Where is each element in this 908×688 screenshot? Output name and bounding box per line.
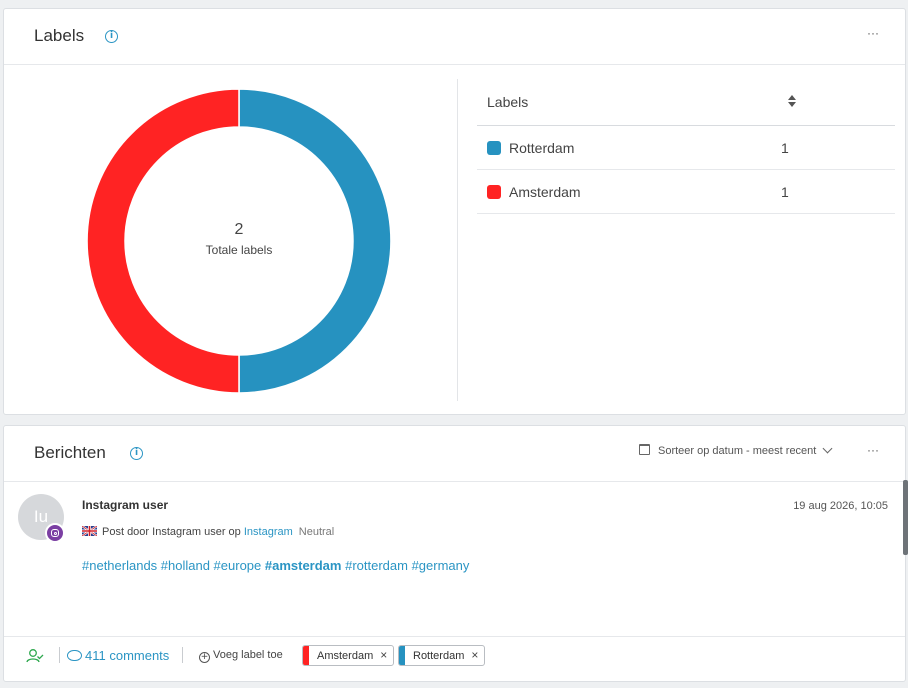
- label-name: Amsterdam: [509, 184, 581, 200]
- sort-dropdown[interactable]: Sorteer op datum - meest recent: [639, 443, 833, 457]
- label-color-swatch: [487, 141, 501, 155]
- post-hashtags[interactable]: #netherlands #holland #europe: [82, 558, 265, 573]
- labels-table-header[interactable]: Labels: [477, 79, 895, 126]
- comments-count: 411 comments: [85, 648, 170, 663]
- flag-uk-icon: [82, 526, 97, 536]
- labels-card-title: Labels: [34, 26, 85, 45]
- more-icon[interactable]: ···: [867, 26, 879, 40]
- post-date: 19 aug 2026, 10:05: [793, 500, 888, 512]
- plus-circle-icon: +: [199, 652, 210, 663]
- tag-color-bar: [303, 646, 309, 665]
- tag-label: Amsterdam: [317, 650, 374, 662]
- label-count: 1: [781, 184, 789, 200]
- posts-card: Berichten i Sorteer op datum - meest rec…: [3, 425, 906, 682]
- info-icon[interactable]: i: [130, 447, 143, 460]
- labels-column-header[interactable]: Labels: [487, 94, 528, 110]
- post-hashtags[interactable]: #rotterdam #germany: [341, 558, 469, 573]
- info-icon[interactable]: i: [105, 30, 118, 43]
- post-meta: Post door Instagram user op Instagram Neu…: [82, 526, 334, 538]
- posts-card-header: Berichten i Sorteer op datum - meest rec…: [4, 426, 905, 482]
- labels-card-header: Labels i ···: [4, 9, 905, 65]
- more-icon[interactable]: ···: [867, 443, 879, 457]
- sort-dropdown-label: Sorteer op datum - meest recent: [658, 445, 817, 457]
- close-icon[interactable]: ×: [380, 648, 387, 662]
- divider: [182, 647, 183, 663]
- labels-donut-chart: 2 Totale labels: [84, 86, 394, 396]
- comments-link[interactable]: 411 comments: [67, 648, 169, 663]
- close-icon[interactable]: ×: [471, 648, 478, 662]
- label-tag-rotterdam[interactable]: Rotterdam ×: [398, 645, 486, 666]
- tag-label: Rotterdam: [413, 650, 465, 662]
- chevron-down-icon: [822, 443, 833, 454]
- post-source-link[interactable]: Instagram: [244, 526, 293, 538]
- labels-table-row[interactable]: Amsterdam 1: [477, 170, 895, 214]
- labels-table: Labels Rotterdam 1 Amsterdam 1: [477, 79, 895, 214]
- divider: [59, 647, 60, 663]
- add-label-button[interactable]: + Voeg label toe: [199, 649, 283, 663]
- post-hashtag-highlight[interactable]: #amsterdam: [265, 558, 342, 573]
- divider: [457, 79, 458, 401]
- label-tag-amsterdam[interactable]: Amsterdam ×: [302, 645, 395, 666]
- post-text: #netherlands #holland #europe #amsterdam…: [82, 558, 469, 573]
- instagram-icon: [45, 523, 65, 543]
- add-label-text: Voeg label toe: [213, 649, 283, 661]
- post-footer: 411 comments + Voeg label toe Amsterdam × …: [4, 636, 905, 676]
- comment-icon: [67, 650, 82, 661]
- donut-total-label: Totale labels: [205, 243, 273, 257]
- label-color-swatch: [487, 185, 501, 199]
- donut-center: 2 Totale labels: [84, 221, 394, 257]
- calendar-icon: [639, 444, 650, 455]
- scrollbar[interactable]: [903, 480, 908, 555]
- donut-total: 2: [234, 221, 244, 238]
- post-sentiment[interactable]: Neutral: [299, 526, 334, 538]
- label-name: Rotterdam: [509, 140, 575, 156]
- label-count: 1: [781, 140, 789, 156]
- sort-icon[interactable]: [787, 94, 797, 108]
- posts-card-title: Berichten: [34, 443, 106, 462]
- assign-user-icon[interactable]: [26, 648, 44, 664]
- labels-card: Labels i ··· 2 Totale labels Labels Rott…: [3, 8, 906, 415]
- tag-color-bar: [399, 646, 405, 665]
- post-meta-prefix: Post door Instagram user op: [102, 526, 241, 538]
- labels-table-row[interactable]: Rotterdam 1: [477, 126, 895, 170]
- post-author[interactable]: Instagram user: [82, 498, 168, 512]
